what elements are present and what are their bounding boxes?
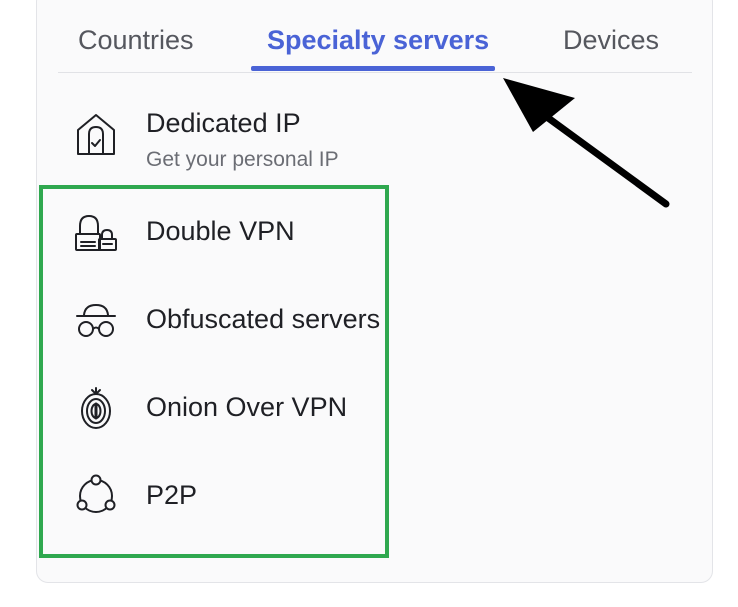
server-item-label: P2P (146, 480, 198, 510)
screenshot-stage: Countries Specialty servers Devices Dedi… (0, 0, 738, 607)
tab-devices[interactable]: Devices (563, 22, 659, 58)
server-item-onion-over-vpn[interactable]: Onion Over VPN (72, 384, 392, 444)
server-item-double-vpn[interactable]: Double VPN (72, 208, 392, 268)
onion-icon (72, 384, 120, 432)
server-item-label: Dedicated IP (146, 108, 301, 138)
server-item-label: Obfuscated servers (146, 304, 381, 334)
p2p-network-icon (72, 472, 120, 520)
incognito-icon (72, 296, 120, 344)
house-lock-icon (72, 110, 120, 158)
tab-countries[interactable]: Countries (78, 22, 194, 58)
active-tab-indicator (251, 66, 495, 71)
double-lock-icon (72, 208, 120, 256)
server-item-label: Onion Over VPN (146, 392, 348, 422)
tab-specialty-servers[interactable]: Specialty servers (267, 22, 489, 58)
server-item-dedicated-ip[interactable]: Dedicated IP Get your personal IP (72, 106, 392, 171)
server-item-obfuscated-servers[interactable]: Obfuscated servers (72, 296, 392, 356)
tab-bar: Countries Specialty servers Devices (58, 0, 692, 73)
server-item-sublabel: Get your personal IP (146, 148, 339, 171)
server-item-p2p[interactable]: P2P (72, 472, 392, 532)
server-item-label: Double VPN (146, 216, 295, 246)
